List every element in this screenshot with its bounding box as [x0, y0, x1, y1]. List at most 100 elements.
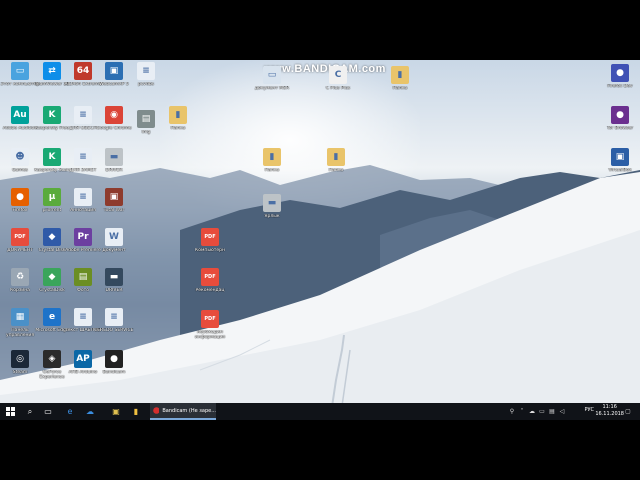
desktop-icon-image: Pr	[74, 228, 92, 246]
desktop-icon-image: ▣	[611, 148, 629, 166]
taskbar-bandicam-app[interactable]: Bandicam (Не заре...	[150, 403, 216, 420]
onedrive-tray-icon[interactable]: ☁	[528, 407, 536, 415]
battery-icon[interactable]: ▭	[538, 407, 546, 415]
desktop-icon[interactable]: ▤ Img	[130, 110, 162, 135]
desktop-icon-image: ▤	[74, 268, 92, 286]
taskbar-app-label: Bandicam (Не заре...	[162, 407, 216, 414]
desktop-icon[interactable]: PDF Компьютерн	[194, 228, 226, 253]
language-indicator[interactable]: РУС	[584, 407, 594, 413]
desktop-icon[interactable]: ▬ DRIVER	[98, 148, 130, 173]
desktop-icon[interactable]: ▬ DRIVER	[98, 268, 130, 293]
desktop-icon[interactable]: ◉ Google Chrome	[97, 106, 131, 131]
desktop-icon[interactable]: ≡ TEREDO SERVICE	[95, 308, 133, 333]
desktop-icon-image: ●	[105, 350, 123, 368]
desktop-icon[interactable]: PDF Рекомендац	[194, 268, 226, 293]
desktop-icon-image: AP	[74, 350, 92, 368]
desktop-icon-image: C	[329, 66, 347, 84]
desktop-icon-image: ▮	[391, 66, 409, 84]
bandicam-record-icon	[153, 407, 160, 414]
desktop-icon[interactable]: ● Tor Browser	[604, 106, 636, 131]
desktop-icon-image: ▦	[11, 308, 29, 326]
desktop-icon-label: Рекомендац	[195, 288, 225, 293]
desktop-icon[interactable]: ▣ VirtualBox	[604, 148, 636, 173]
desktop-icon-label: Total War	[103, 208, 125, 213]
desktop-icon[interactable]: ▮ Папка	[384, 66, 416, 91]
desktop-icon-image: ▮	[263, 148, 281, 166]
desktop-icon[interactable]: PDF необходим информация	[194, 310, 226, 340]
desktop-icon-image: ◆	[43, 228, 61, 246]
desktop-icon-label: Компьютерн	[195, 248, 225, 253]
clock-time: 11:16	[602, 404, 617, 410]
desktop-icon-image: ⇄	[43, 62, 61, 80]
desktop-icon-image: ◆	[43, 268, 61, 286]
task-view-icon[interactable]: ▭	[42, 403, 54, 420]
desktop-icon-image: ▣	[105, 188, 123, 206]
volume-icon[interactable]: ◁	[558, 407, 566, 415]
desktop-icon-image: PDF	[201, 310, 219, 328]
chevron-up-icon[interactable]: ˄	[518, 407, 526, 415]
desktop-icon-image: W	[105, 228, 123, 246]
windows-logo-icon	[5, 407, 15, 416]
edge-taskbar-icon[interactable]: e	[64, 403, 76, 420]
desktop-icon-image: K	[43, 148, 61, 166]
desktop-icon[interactable]: ● Firefox Dev	[604, 64, 636, 89]
desktop-icon[interactable]: ▭ документ MSR	[255, 66, 289, 91]
desktop-icon-image: ♻	[11, 268, 29, 286]
network-icon[interactable]: ▤	[548, 407, 556, 415]
desktop-icon[interactable]: ▮ Папка	[162, 106, 194, 131]
desktop-icon-label: VirtualBox	[608, 168, 632, 173]
desktop-icon-image: ●	[611, 106, 629, 124]
clock-date: 16.11.2018	[595, 411, 624, 417]
desktop-icon[interactable]: ▣ Total War	[98, 188, 130, 213]
desktop-icon-image: ≡	[74, 106, 92, 124]
clock[interactable]: 11:16 16.11.2018	[595, 404, 624, 418]
desktop-icon-image: ▣	[105, 62, 123, 80]
desktop-icon[interactable]: ● Bandicam	[98, 350, 130, 375]
desktop-icon-image: ◎	[11, 350, 29, 368]
desktop-icon-label: документ MSR	[254, 86, 290, 91]
desktop-icon-image: ☻	[11, 148, 29, 166]
desktop-icon-image: PDF	[201, 228, 219, 246]
desktop-icon-image: ▬	[105, 148, 123, 166]
desktop-icon[interactable]: ▮ Папка	[256, 148, 288, 173]
desktop-icon[interactable]: ▮ Папка	[320, 148, 352, 173]
desktop-icon-image: ▬	[105, 268, 123, 286]
desktop-icon-image: ●	[11, 188, 29, 206]
desktop-icon-label: Папка	[392, 86, 408, 91]
desktop-icon-label: Bandicam	[102, 370, 126, 375]
store-icon[interactable]: ▣	[110, 403, 122, 420]
desktop-icon-image: ≡	[74, 308, 92, 326]
desktop[interactable]: www.BANDICAM.com ▭ Этот компьютер ⇄ TeamVie…	[0, 60, 640, 420]
desktop-icon-image: ▭	[263, 66, 281, 84]
desktop-icon-image: e	[43, 308, 61, 326]
desktop-icon[interactable]: C C Plus Plus	[322, 66, 354, 91]
desktop-icon[interactable]: ◈ GeForce Experience	[36, 350, 68, 380]
desktop-icon-label: Ярлык	[264, 214, 280, 219]
desktop-icon-label: DRIVER	[105, 288, 123, 293]
desktop-icon[interactable]: ▦ Панель управления	[4, 308, 36, 338]
desktop-icon-image: PDF	[11, 228, 29, 246]
desktop-icon-image: ◉	[105, 106, 123, 124]
desktop-icon[interactable]: W Документ	[98, 228, 130, 253]
desktop-icon-image: ▮	[327, 148, 345, 166]
desktop-icon-image: ◈	[43, 350, 61, 368]
desktop-icon-image: ▤	[137, 110, 155, 128]
desktop-icon-image: ≡	[137, 62, 155, 80]
windows-start-button[interactable]	[4, 403, 16, 420]
desktop-icon[interactable]: ≡ pcvdbs	[130, 62, 162, 87]
desktop-icon[interactable]: ▬ Ярлык	[256, 194, 288, 219]
desktop-icon-image: ≡	[105, 308, 123, 326]
desktop-icon-label: Папка	[264, 168, 280, 173]
desktop-icon-image: µ	[43, 188, 61, 206]
people-icon[interactable]: ⚲	[508, 407, 516, 415]
desktop-icon-label: TEREDO SERVICE	[94, 328, 134, 333]
notifications-icon[interactable]: ▢	[624, 407, 632, 415]
onedrive-icon[interactable]: ☁	[84, 403, 96, 420]
taskbar: ⌕ ▭ e ☁ ▣ ▮ Bandicam (Не заре... ⚲ ˄ ☁ ▭…	[0, 403, 640, 420]
desktop-icon-image: ≡	[74, 188, 92, 206]
search-icon[interactable]: ⌕	[24, 403, 36, 420]
explorer-icon[interactable]: ▮	[130, 403, 142, 420]
desktop-icon-label: Документ	[102, 248, 126, 253]
desktop-icon-label: DRIVER	[105, 168, 123, 173]
desktop-icon-label: Папка	[170, 126, 186, 131]
